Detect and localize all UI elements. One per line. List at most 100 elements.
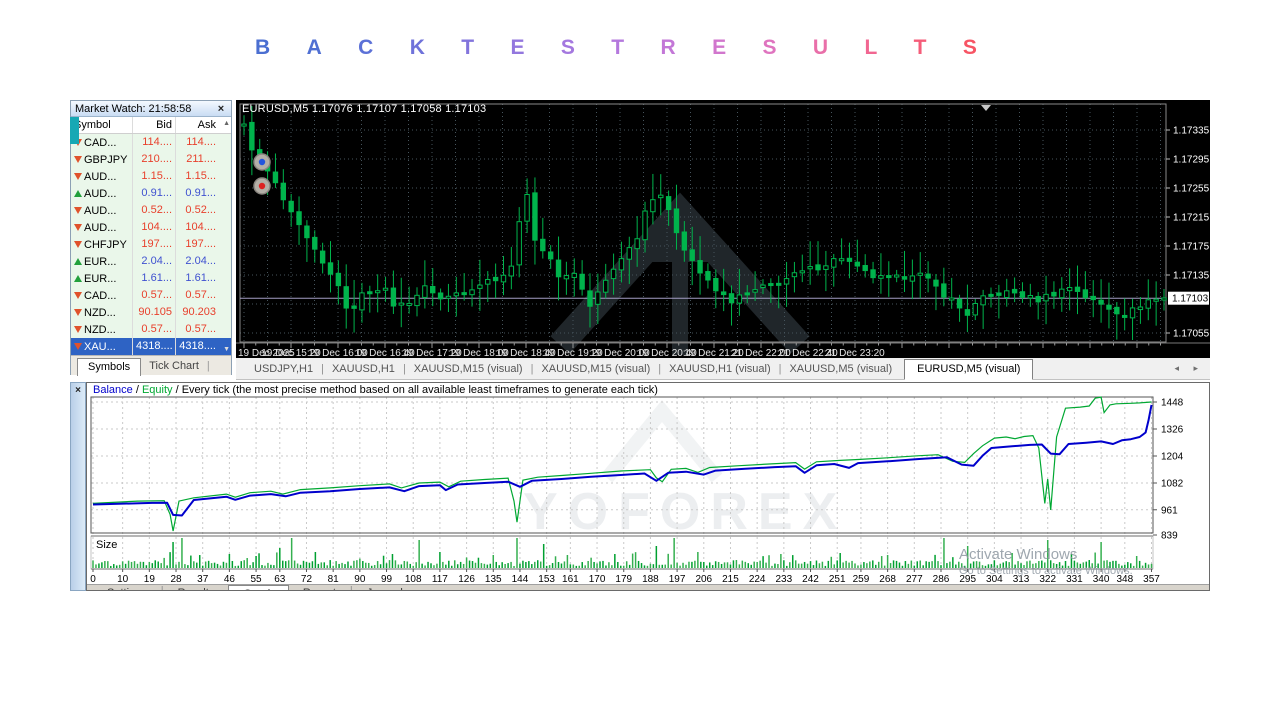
- tester-tab-results[interactable]: Results: [166, 585, 227, 590]
- market-watch-row[interactable]: CAD... 0.57... 0.57...: [71, 287, 231, 304]
- market-watch-row[interactable]: AUD... 0.91... 0.91...: [71, 185, 231, 202]
- tester-tab-bar: Settings|ResultsGraphReport|Journal: [87, 584, 1209, 591]
- tester-tab-graph[interactable]: Graph: [228, 585, 289, 590]
- scroll-up-icon[interactable]: ▲: [223, 120, 230, 127]
- chart-tab[interactable]: XAUUSD,M15 (visual): [406, 363, 531, 375]
- chart-tab-active[interactable]: EURUSD,M5 (visual): [904, 359, 1034, 380]
- chart-tab[interactable]: XAUUSD,H1 (visual): [661, 363, 778, 375]
- price-chart[interactable]: 1.17335 1.17295 1.17255 1.17215 1.17175 1.171…: [236, 100, 1210, 358]
- y-axis-label: 1326: [1161, 424, 1184, 435]
- symbol-name: CAD...: [84, 136, 117, 149]
- symbol-cell: AUD...: [71, 168, 133, 185]
- market-watch-row[interactable]: CHFJPY 197.... 197....: [71, 236, 231, 253]
- market-watch-tab-tick-chart[interactable]: Tick Chart: [141, 358, 207, 375]
- column-bid: Bid: [133, 117, 176, 133]
- symbol-cell: AUD...: [71, 202, 133, 219]
- ask-value: 0.57...: [185, 289, 216, 301]
- title-letter: A: [306, 36, 322, 59]
- chart-tab[interactable]: XAUUSD,M15 (visual): [533, 363, 658, 375]
- market-watch-row[interactable]: EUR... 2.04... 2.04...: [71, 253, 231, 270]
- market-watch-row[interactable]: AUD... 1.15... 1.15...: [71, 168, 231, 185]
- time-axis-label: 21 Dec 23:20: [825, 348, 885, 358]
- symbol-cell: CHFJPY: [71, 236, 133, 253]
- title-letter: C: [358, 36, 374, 59]
- column-ask: Ask: [197, 119, 216, 131]
- y-axis-label: 839: [1161, 531, 1178, 542]
- y-axis-label: 961: [1161, 505, 1178, 516]
- ohlc-info: EURUSD,M5 1.17076 1.17107 1.17058 1.1710…: [242, 103, 487, 115]
- arrow-down-icon: [74, 173, 82, 180]
- ask-value: 0.52...: [185, 204, 216, 216]
- page-title: BACKTESTRESULTS: [255, 36, 977, 60]
- symbol-name: XAU...: [84, 340, 116, 353]
- title-letter: K: [409, 36, 425, 59]
- market-watch-row[interactable]: NZD... 0.57... 0.57...: [71, 321, 231, 338]
- ask-value: 0.91...: [185, 187, 216, 199]
- arrow-up-icon: [74, 190, 82, 197]
- title-letter: T: [611, 36, 625, 59]
- title-letter: R: [660, 36, 676, 59]
- tester-legend: Balance / Equity / Every tick (the most …: [93, 384, 658, 396]
- bid-value: 1.61...: [133, 270, 176, 287]
- brand-watermark: YOFOREX: [523, 399, 837, 541]
- symbol-name: NZD...: [84, 323, 116, 336]
- market-watch-row[interactable]: CAD... 114.... 114....: [71, 134, 231, 151]
- legend-equity: Equity: [141, 384, 173, 396]
- bid-value: 210....: [133, 151, 176, 168]
- bid-value: 2.04...: [133, 253, 176, 270]
- arrow-down-icon: [74, 156, 82, 163]
- tab-scroll-arrows-icon[interactable]: ◂ ▸: [1174, 363, 1204, 374]
- symbol-cell: EUR...: [71, 270, 133, 287]
- title-letter: B: [255, 36, 271, 59]
- price-axis-label: 1.17215: [1173, 213, 1210, 224]
- ask-value: 1.15...: [185, 170, 216, 182]
- bid-value: 0.57...: [133, 287, 176, 304]
- title-letter: S: [560, 36, 575, 59]
- legend-sep: /: [132, 384, 142, 396]
- tester-graph-area: Balance / Equity / Every tick (the most …: [86, 382, 1210, 591]
- tester-tab-report[interactable]: Report: [291, 585, 348, 590]
- market-watch-title: Market Watch: 21:58:58: [75, 102, 192, 115]
- price-axis-label: 1.17055: [1173, 329, 1210, 340]
- tester-panel-label: Tester: [72, 580, 84, 590]
- tester-tab-settings[interactable]: Settings: [95, 585, 159, 590]
- legend-balance: Balance: [93, 384, 133, 396]
- market-watch-row[interactable]: NZD... 90.105 90.203: [71, 304, 231, 321]
- chart-tab[interactable]: XAUUSD,H1: [324, 363, 403, 375]
- symbol-cell: NZD...: [71, 304, 133, 321]
- brand-watermark-logo: [550, 192, 810, 355]
- symbol-name: EUR...: [84, 272, 117, 285]
- symbol-cell: XAU...: [71, 338, 133, 355]
- market-watch-tab-symbols[interactable]: Symbols: [77, 358, 142, 376]
- symbol-cell: AUD...: [71, 219, 133, 236]
- ask-value: 197....: [185, 238, 216, 250]
- arrow-up-icon: [74, 258, 82, 265]
- market-watch-titlebar: Market Watch: 21:58:58 ×: [71, 101, 231, 117]
- tester-tab-journal[interactable]: Journal: [355, 585, 415, 590]
- market-watch-row[interactable]: GBPJPY 210.... 211....: [71, 151, 231, 168]
- symbol-cell: AUD...: [71, 185, 133, 202]
- market-watch-row[interactable]: AUD... 104.... 104....: [71, 219, 231, 236]
- arrow-down-icon: [74, 309, 82, 316]
- scroll-down-icon[interactable]: ▼: [223, 346, 230, 353]
- y-axis-label: 1204: [1161, 451, 1184, 462]
- chart-tab[interactable]: USDJPY,H1: [246, 363, 321, 375]
- market-watch-row[interactable]: XAU... 4318.... 4318.... ▼: [71, 338, 231, 355]
- scroll-position-marker-icon: [981, 105, 991, 111]
- tester-grid: [91, 397, 1153, 569]
- bid-value: 114....: [133, 134, 176, 151]
- market-watch-rows: CAD... 114.... 114.... GBPJPY 210.... 211....…: [71, 134, 231, 355]
- tab-separator: |: [349, 585, 353, 591]
- close-icon[interactable]: ×: [215, 103, 227, 115]
- tester-strip: × Tester: [70, 382, 86, 591]
- symbol-name: CAD...: [84, 289, 117, 302]
- ask-value: 1.61...: [185, 272, 216, 284]
- market-watch-row[interactable]: EUR... 1.61... 1.61...: [71, 270, 231, 287]
- chart-tab-bar: USDJPY,H1 | XAUUSD,H1 | XAUUSD,M15 (visual) |…: [236, 358, 1210, 380]
- chart-tab[interactable]: XAUUSD,M5 (visual): [781, 363, 900, 375]
- close-icon[interactable]: ×: [71, 385, 85, 396]
- title-letter: S: [762, 36, 777, 59]
- ask-value: 114....: [186, 136, 216, 148]
- market-watch-row[interactable]: AUD... 0.52... 0.52...: [71, 202, 231, 219]
- arrow-down-icon: [74, 326, 82, 333]
